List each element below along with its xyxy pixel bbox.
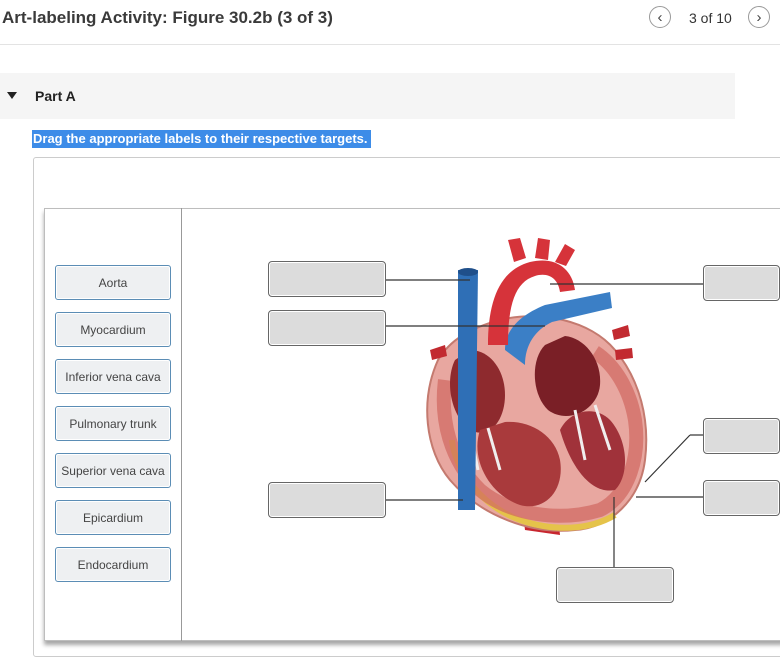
target-right-top[interactable] [703,265,780,301]
heart-illustration [386,238,703,567]
target-bottom-left[interactable] [268,482,386,518]
target-right-middle[interactable] [703,418,780,454]
target-top-left-2[interactable] [268,310,386,346]
target-right-bottom[interactable] [703,480,780,516]
target-top-left-1[interactable] [268,261,386,297]
target-bottom[interactable] [556,567,674,603]
